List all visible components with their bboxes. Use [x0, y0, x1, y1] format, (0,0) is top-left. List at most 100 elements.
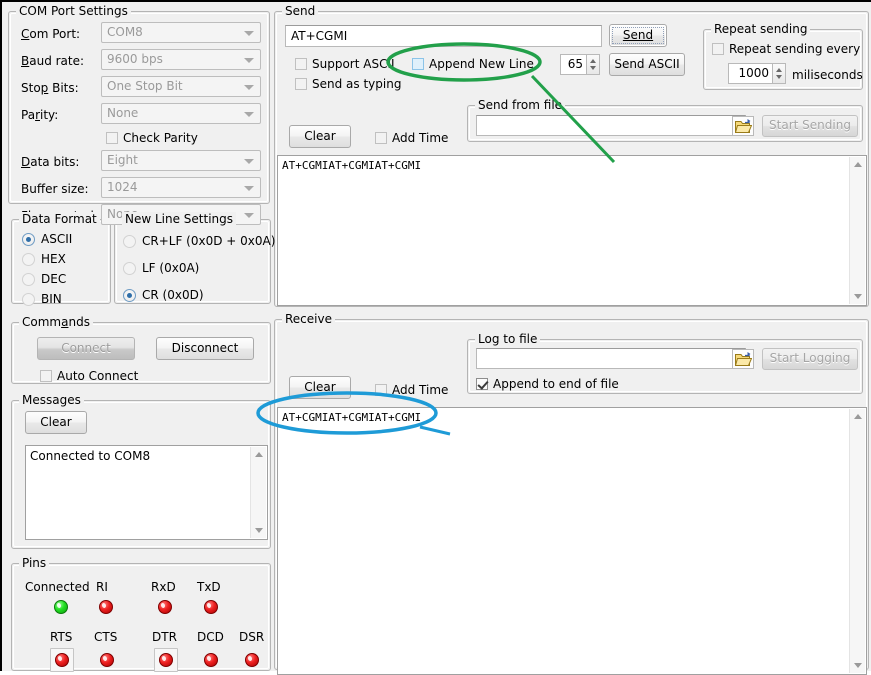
repeat-interval-spinner[interactable]: 1000	[728, 63, 786, 84]
send-ascii-button[interactable]: Send ASCII	[609, 53, 685, 76]
start-logging-button[interactable]: Start Logging	[762, 348, 858, 370]
radio-data-format-dec[interactable]: DEC	[22, 272, 66, 286]
messages-log-area[interactable]: Connected to COM8	[25, 445, 268, 540]
radio-newline-crlf[interactable]: CR+LF (0x0D + 0x0A)	[123, 234, 275, 248]
repeat-sending-label: Repeat sending every	[729, 42, 860, 56]
receive-add-time-label: Add Time	[392, 383, 448, 397]
spinner-up-icon[interactable]	[776, 68, 782, 72]
scroll-up-icon[interactable]	[854, 162, 862, 167]
send-as-typing-label: Send as typing	[312, 77, 401, 91]
radio-label: BIN	[41, 292, 62, 306]
parity-label: Parity:	[21, 108, 58, 122]
checkbox-box	[375, 132, 387, 144]
pins-body: Connected RI RxD TxD RTS CTS DTR DCD	[12, 564, 270, 670]
send-button[interactable]: Send	[609, 24, 667, 47]
baud-rate-select[interactable]: 9600 bps	[101, 49, 261, 70]
com-port-select[interactable]: COM8	[101, 22, 261, 43]
auto-connect-checkbox[interactable]: Auto Connect	[40, 369, 138, 383]
checkbox-box	[295, 78, 307, 90]
radio-label: CR+LF (0x0D + 0x0A)	[142, 234, 275, 248]
open-folder-icon-button[interactable]	[732, 349, 754, 369]
radio-data-format-hex[interactable]: HEX	[22, 252, 66, 266]
receive-scrollbar[interactable]	[849, 409, 865, 673]
receive-add-time-checkbox[interactable]: Add Time	[375, 383, 448, 397]
radio-data-format-ascii[interactable]: ASCII	[22, 232, 72, 246]
radio-label: ASCII	[41, 232, 72, 246]
repeat-sending-title: Repeat sending	[711, 22, 810, 36]
append-to-end-of-file-checkbox[interactable]: Append to end of file	[476, 377, 619, 391]
checkbox-box	[295, 58, 307, 70]
commands-group: Commands Connect Disconnect Auto Connect	[11, 315, 271, 384]
send-log-area[interactable]: AT+CGMIAT+CGMIAT+CGMI	[277, 155, 867, 306]
spinner-up-icon[interactable]	[590, 59, 596, 63]
append-new-line-label: Append New Line	[429, 57, 534, 71]
pin-led-dtr	[159, 653, 173, 667]
messages-body: Clear Connected to COM8	[12, 401, 270, 548]
chevron-down-icon	[244, 186, 254, 191]
messages-scrollbar[interactable]	[250, 447, 266, 538]
connect-button[interactable]: Connect	[37, 337, 135, 360]
buffer-size-label: Buffer size:	[21, 182, 89, 196]
scroll-up-icon[interactable]	[255, 452, 263, 457]
data-bits-select[interactable]: Eight	[101, 150, 261, 171]
append-new-line-checkbox[interactable]: Append New Line	[412, 57, 534, 71]
scroll-down-icon[interactable]	[255, 528, 263, 533]
com-port-label: Com Port:	[21, 27, 80, 41]
chevron-down-icon	[244, 85, 254, 90]
radio-newline-cr[interactable]: CR (0x0D)	[123, 288, 204, 302]
log-to-file-path-input[interactable]	[476, 348, 746, 369]
radio-dot	[22, 233, 35, 246]
repeat-sending-group: Repeat sending Repeat sending every 1000	[703, 22, 863, 90]
spinner-buttons[interactable]	[586, 54, 600, 75]
pin-led-connected	[54, 600, 68, 614]
buffer-size-value: 1024	[107, 180, 138, 194]
send-input[interactable]: AT+CGMI	[285, 25, 602, 47]
radio-data-format-bin[interactable]: BIN	[22, 292, 62, 306]
send-from-file-path-input[interactable]	[476, 115, 746, 136]
left-column: COM Port Settings Com Port: COM8 Baud ra…	[6, 4, 272, 671]
start-sending-button[interactable]: Start Sending	[762, 115, 858, 137]
pin-led-rts	[55, 653, 69, 667]
pin-label-ri: RI	[96, 580, 108, 594]
send-body: AT+CGMI Send Support ASCII Append New Li…	[275, 12, 868, 306]
repeat-interval-value[interactable]: 1000	[728, 63, 772, 84]
radio-newline-lf[interactable]: LF (0x0A)	[123, 261, 199, 275]
messages-clear-button[interactable]: Clear	[25, 411, 87, 434]
disconnect-button[interactable]: Disconnect	[156, 337, 254, 360]
check-parity-checkbox[interactable]: Check Parity	[106, 131, 198, 145]
open-folder-icon-button[interactable]	[732, 116, 754, 136]
check-parity-label: Check Parity	[123, 131, 198, 145]
log-to-file-title: Log to file	[475, 332, 540, 346]
scroll-down-icon[interactable]	[854, 294, 862, 299]
pin-led-txd	[204, 600, 218, 614]
receive-clear-button[interactable]: Clear	[289, 376, 351, 399]
scroll-up-icon[interactable]	[854, 414, 862, 419]
send-add-time-checkbox[interactable]: Add Time	[375, 131, 448, 145]
buffer-size-select[interactable]: 1024	[101, 177, 261, 198]
pin-label-rxd: RxD	[151, 580, 176, 594]
auto-connect-label: Auto Connect	[57, 369, 138, 383]
send-log-scrollbar[interactable]	[849, 157, 865, 304]
pins-group: Pins Connected RI RxD TxD RTS CTS DTR	[11, 556, 271, 671]
com-port-settings-group: COM Port Settings Com Port: COM8 Baud ra…	[8, 4, 270, 204]
send-clear-button[interactable]: Clear	[289, 125, 351, 148]
stop-bits-select[interactable]: One Stop Bit	[101, 76, 261, 97]
messages-title: Messages	[19, 393, 84, 407]
send-from-file-title: Send from file	[475, 98, 565, 112]
radio-label: LF (0x0A)	[142, 261, 199, 275]
repeat-sending-checkbox[interactable]: Repeat sending every	[712, 42, 860, 56]
spinner-down-icon[interactable]	[590, 66, 596, 70]
support-ascii-checkbox[interactable]: Support ASCII	[295, 57, 395, 71]
receive-output-area[interactable]: AT+CGMIAT+CGMIAT+CGMI	[277, 407, 867, 675]
send-as-typing-checkbox[interactable]: Send as typing	[295, 77, 401, 91]
parity-select[interactable]: None	[101, 103, 261, 124]
pins-title: Pins	[19, 556, 49, 570]
open-folder-icon	[735, 119, 752, 134]
scroll-down-icon[interactable]	[854, 663, 862, 668]
spinner-down-icon[interactable]	[776, 75, 782, 79]
send-group: Send AT+CGMI Send Support ASCII Append N…	[274, 4, 869, 307]
ascii-code-spinner[interactable]: 65	[560, 54, 600, 75]
spinner-buttons[interactable]	[772, 63, 786, 84]
ascii-code-value[interactable]: 65	[560, 54, 586, 75]
open-folder-icon	[735, 352, 752, 367]
